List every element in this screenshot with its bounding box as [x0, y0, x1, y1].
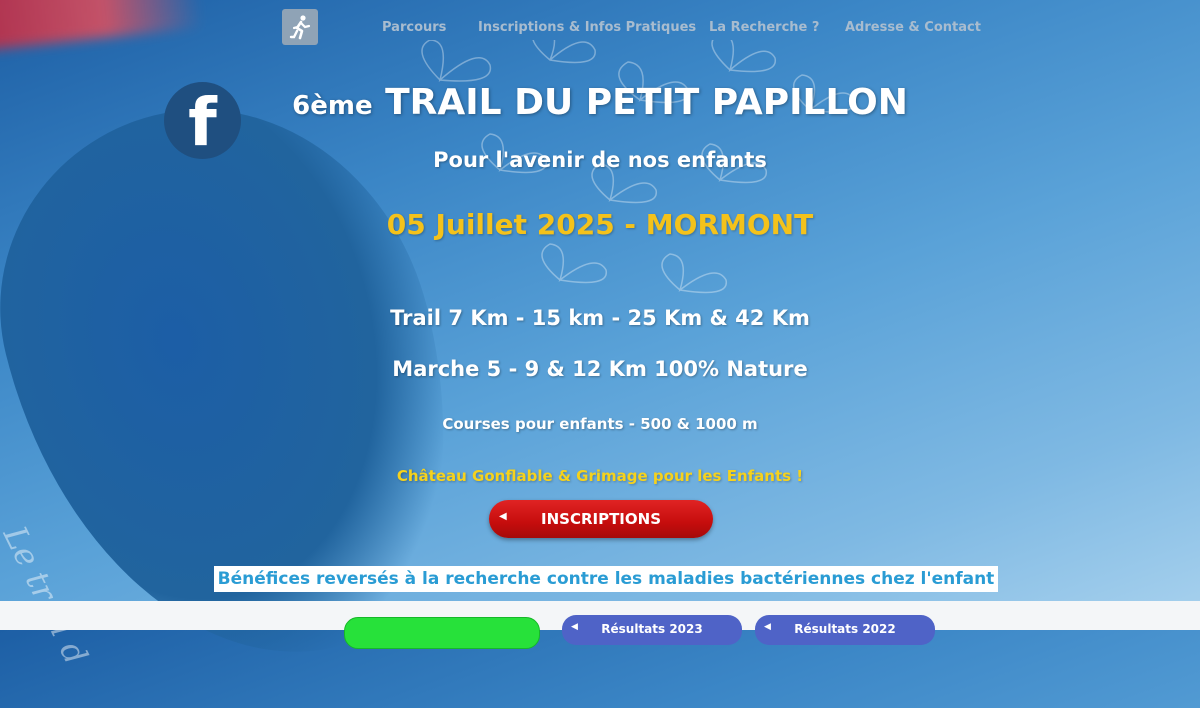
inscriptions-label: INSCRIPTIONS [541, 510, 661, 528]
results-2023-button[interactable]: ◀ Résultats 2023 [562, 615, 742, 645]
runner-icon[interactable] [282, 9, 318, 45]
benefits-banner: Bénéfices reversés à la recherche contre… [214, 566, 998, 592]
nav-item-parcours[interactable]: Parcours [382, 20, 446, 35]
results-2023-label: Résultats 2023 [601, 622, 703, 636]
nav-item-inscriptions[interactable]: Inscriptions & Infos Pratiques [478, 20, 696, 35]
runner-icon-glyph [289, 15, 311, 40]
title-text: TRAIL DU PETIT PAPILLON [385, 82, 908, 123]
results-2022-label: Résultats 2022 [794, 622, 896, 636]
cursor-arrow-icon: ◀ [499, 511, 507, 522]
kids-animations: Château Gonflable & Grimage pour les Enf… [396, 467, 804, 485]
page-title: 6ème TRAIL DU PETIT PAPILLON [0, 82, 1200, 123]
top-navigation: Parcours Inscriptions & Infos Pratiques … [0, 0, 1200, 56]
kids-races: Courses pour enfants - 500 & 1000 m [442, 415, 758, 433]
green-button[interactable] [344, 617, 540, 649]
page-subtitle: Pour l'avenir de nos enfants [433, 148, 767, 172]
results-2022-button[interactable]: ◀ Résultats 2022 [755, 615, 935, 645]
arrow-icon: ◀ [571, 622, 578, 632]
inscriptions-button[interactable]: ◀ INSCRIPTIONS [489, 500, 713, 538]
walk-distances: Marche 5 - 9 & 12 Km 100% Nature [392, 357, 808, 381]
background-watermark-text: Le trail d [0, 520, 96, 671]
nav-item-recherche[interactable]: La Recherche ? [709, 20, 819, 35]
event-date: 05 Juillet 2025 - MORMONT [386, 208, 814, 241]
nav-item-contact[interactable]: Adresse & Contact [845, 20, 981, 35]
edition-label: 6ème [292, 91, 373, 121]
arrow-icon: ◀ [764, 622, 771, 632]
trail-distances: Trail 7 Km - 15 km - 25 Km & 42 Km [390, 306, 810, 330]
